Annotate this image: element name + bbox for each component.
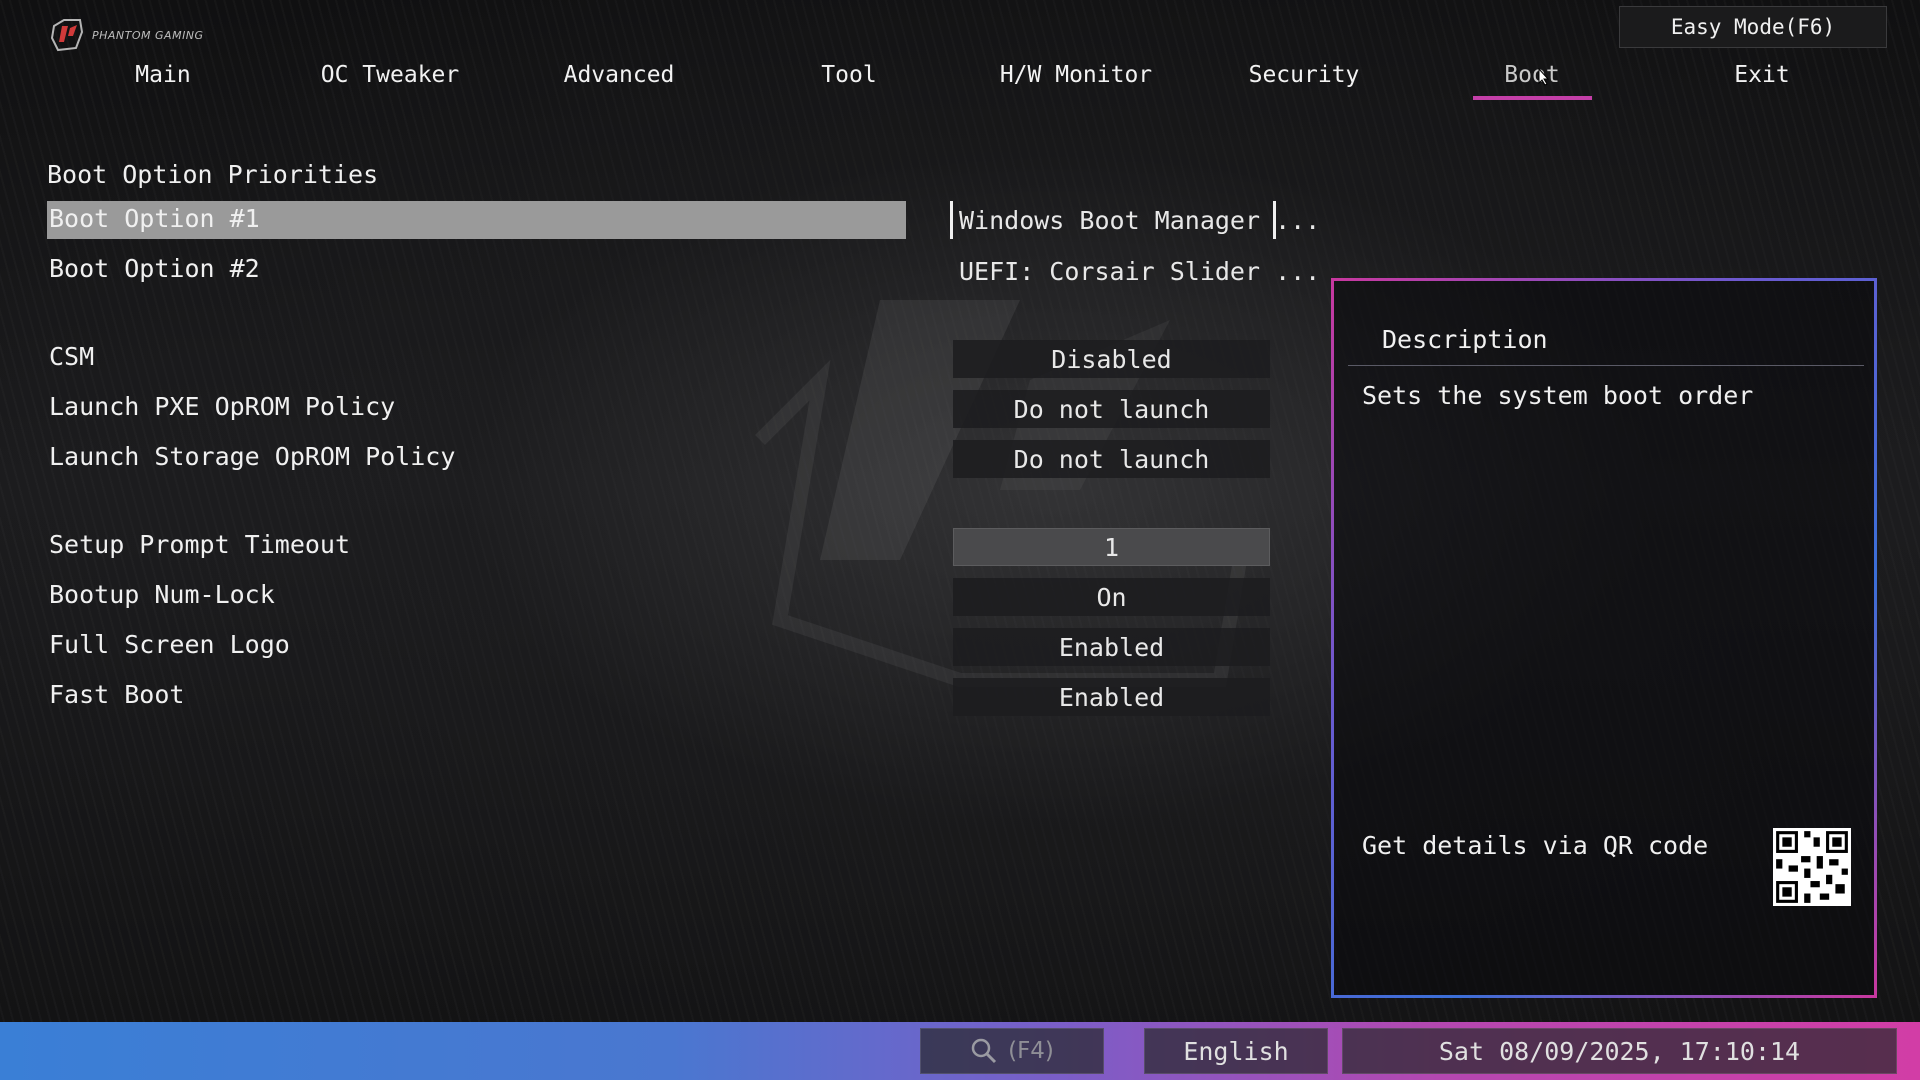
fast-boot-value[interactable]: Enabled bbox=[953, 678, 1270, 716]
tab-boot[interactable]: Boot bbox=[1504, 62, 1559, 98]
csm-label[interactable]: CSM bbox=[49, 342, 94, 371]
launch-pxe-oprom-policy-value[interactable]: Do not launch bbox=[953, 390, 1270, 428]
tab-main[interactable]: Main bbox=[135, 62, 190, 98]
qr-code-label: Get details via QR code bbox=[1362, 831, 1709, 860]
boot-option-2-label[interactable]: Boot Option #2 bbox=[49, 254, 260, 283]
mouse-pointer-icon bbox=[1538, 68, 1550, 86]
tab-advanced[interactable]: Advanced bbox=[564, 62, 675, 98]
bios-setup-screen: PHANTOM GAMING Easy Mode(F6) Main OC Twe… bbox=[0, 0, 1920, 1080]
boot-option-2-value[interactable]: UEFI: Corsair Slider ... bbox=[953, 252, 1320, 290]
tab-exit[interactable]: Exit bbox=[1734, 62, 1789, 98]
description-text: Sets the system boot order bbox=[1362, 381, 1754, 410]
tab-oc-tweaker[interactable]: OC Tweaker bbox=[321, 62, 459, 98]
tab-security[interactable]: Security bbox=[1249, 62, 1360, 98]
phantom-gaming-logo-icon bbox=[50, 19, 84, 52]
qr-code-icon bbox=[1773, 828, 1851, 906]
setup-prompt-timeout-label[interactable]: Setup Prompt Timeout bbox=[49, 530, 350, 559]
brand-logo-text: PHANTOM GAMING bbox=[92, 28, 204, 42]
brand-logo: PHANTOM GAMING bbox=[50, 18, 204, 52]
active-tab-indicator bbox=[1473, 96, 1592, 100]
tab-tool[interactable]: Tool bbox=[821, 62, 876, 98]
search-button[interactable]: (F4) bbox=[920, 1028, 1104, 1074]
datetime-display: Sat 08/09/2025, 17:10:14 bbox=[1342, 1028, 1897, 1074]
setup-prompt-timeout-input[interactable]: 1 bbox=[953, 528, 1270, 566]
search-shortcut-label: (F4) bbox=[1008, 1038, 1054, 1064]
launch-storage-oprom-policy-value[interactable]: Do not launch bbox=[953, 440, 1270, 478]
launch-storage-oprom-policy-label[interactable]: Launch Storage OpROM Policy bbox=[49, 442, 455, 471]
main-tabs: Main OC Tweaker Advanced Tool H/W Monito… bbox=[0, 52, 1920, 102]
search-icon bbox=[971, 1038, 997, 1064]
full-screen-logo-value[interactable]: Enabled bbox=[953, 628, 1270, 666]
bootup-num-lock-label[interactable]: Bootup Num-Lock bbox=[49, 580, 275, 609]
description-divider bbox=[1348, 365, 1864, 366]
description-title: Description bbox=[1382, 325, 1548, 354]
language-button[interactable]: English bbox=[1144, 1028, 1328, 1074]
tab-hw-monitor[interactable]: H/W Monitor bbox=[1000, 62, 1152, 98]
boot-option-1-value[interactable]: Windows Boot Manager ... bbox=[950, 201, 1320, 239]
csm-value[interactable]: Disabled bbox=[953, 340, 1270, 378]
bottom-status-bar: (F4) English Sat 08/09/2025, 17:10:14 bbox=[0, 1022, 1920, 1080]
full-screen-logo-label[interactable]: Full Screen Logo bbox=[49, 630, 290, 659]
description-panel: Description Sets the system boot order G… bbox=[1331, 278, 1877, 998]
boot-option-1-label[interactable]: Boot Option #1 bbox=[49, 204, 260, 233]
easy-mode-button[interactable]: Easy Mode(F6) bbox=[1619, 6, 1887, 48]
fast-boot-label[interactable]: Fast Boot bbox=[49, 680, 184, 709]
launch-pxe-oprom-policy-label[interactable]: Launch PXE OpROM Policy bbox=[49, 392, 395, 421]
bootup-num-lock-value[interactable]: On bbox=[953, 578, 1270, 616]
boot-option-priorities-heading: Boot Option Priorities bbox=[47, 160, 379, 189]
